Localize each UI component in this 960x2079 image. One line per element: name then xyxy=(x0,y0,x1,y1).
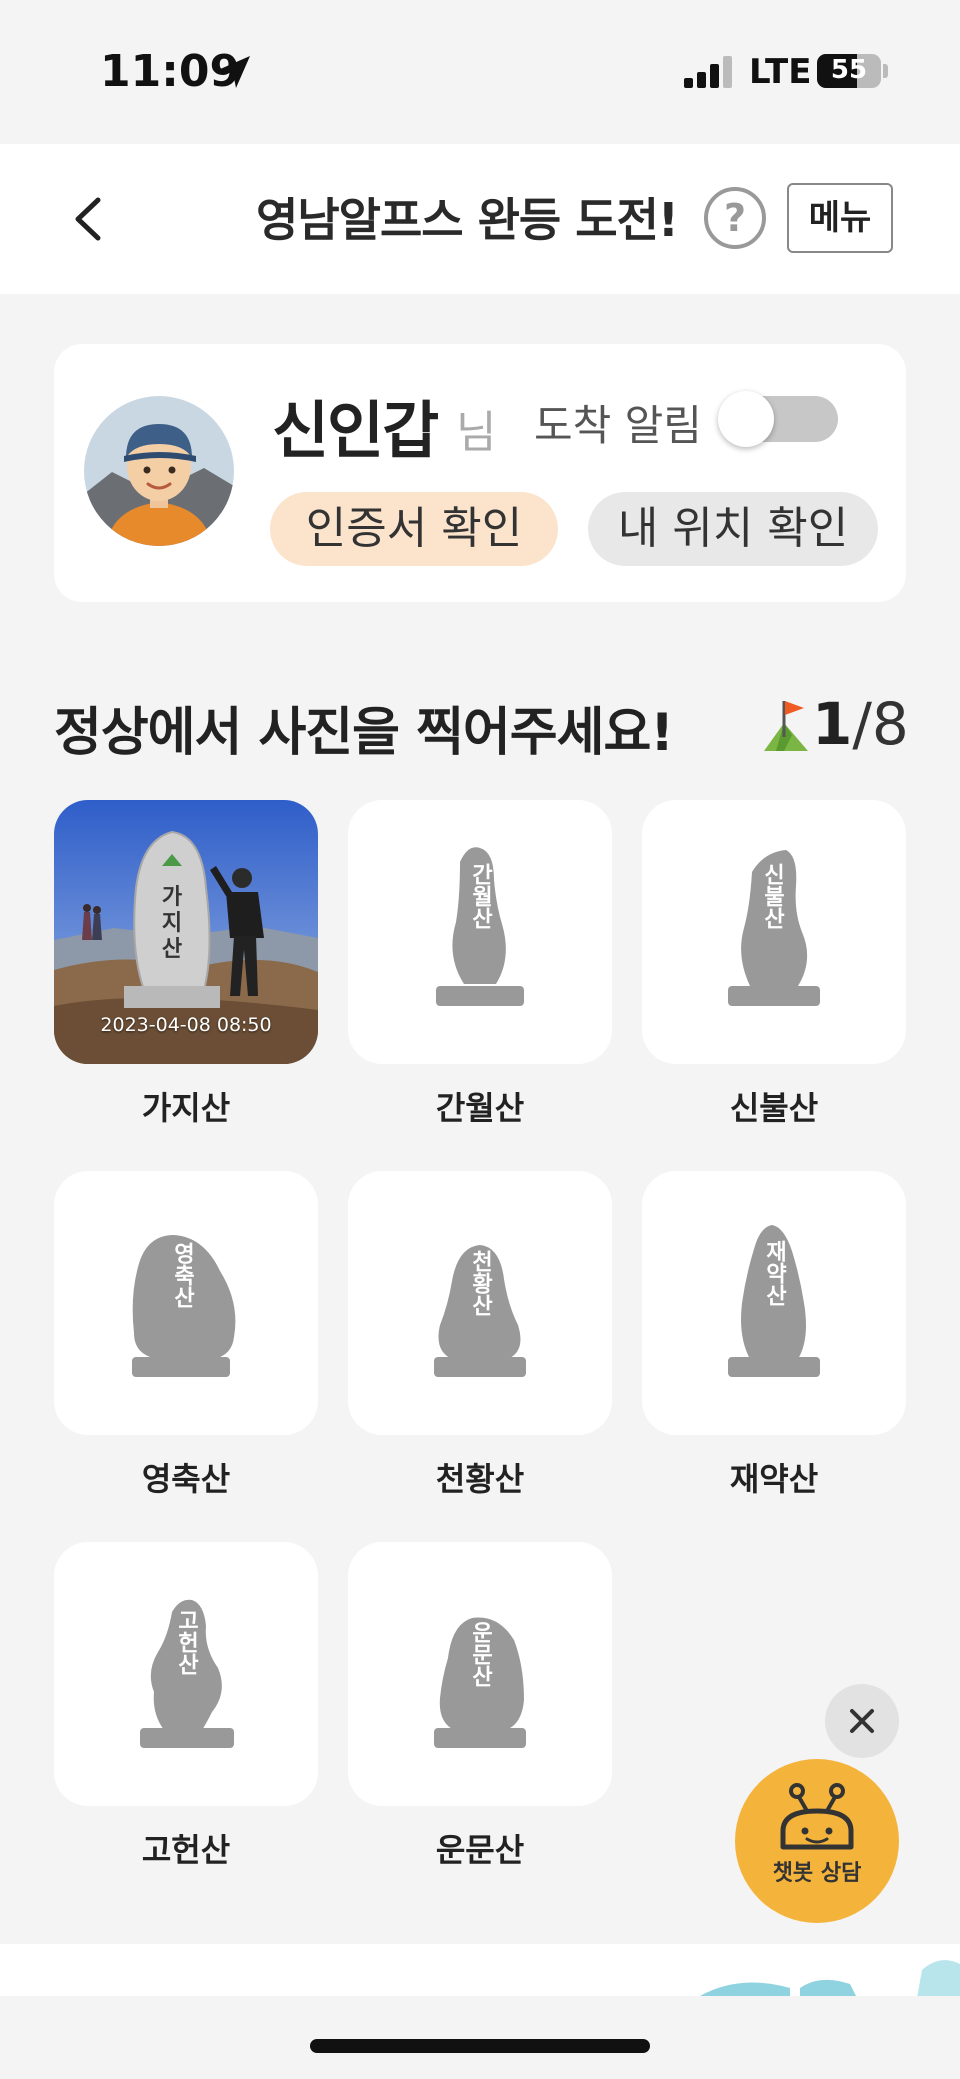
user-name-suffix: 님 xyxy=(456,407,497,458)
mountain-tile-goheonsan[interactable]: 고헌산 xyxy=(54,1542,318,1806)
mountain-tile-ganwolsan[interactable]: 간월산 xyxy=(348,800,612,1064)
stone-inscription: 영축산 xyxy=(170,1242,195,1308)
stone-inscription: 고헌산 xyxy=(174,1609,199,1675)
chatbot-button[interactable]: 챗봇 상담 xyxy=(735,1759,899,1923)
arrival-notification-label: 도착 알림 xyxy=(534,401,702,450)
home-bar-area xyxy=(0,1996,960,2079)
my-location-button[interactable]: 내 위치 확인 xyxy=(588,492,878,566)
mountain-name: 재약산 xyxy=(729,1460,819,1498)
chatbot-label: 챗봇 상담 xyxy=(772,1861,862,1886)
network-type: LTE xyxy=(749,52,812,92)
stone-inscription: 천황산 xyxy=(468,1250,493,1316)
summit-flag-icon xyxy=(764,701,808,751)
help-button[interactable]: ? xyxy=(704,187,766,249)
completed-count: 1 xyxy=(812,690,853,758)
menu-button[interactable]: 메뉴 xyxy=(787,183,893,253)
mountain-tile-yeongchuksan[interactable]: 영축산 xyxy=(54,1171,318,1435)
location-arrow-icon xyxy=(218,56,250,88)
stone-inscription: 운문산 xyxy=(468,1621,493,1687)
close-chatbot-button[interactable] xyxy=(825,1684,899,1758)
stone-inscription: 재약산 xyxy=(762,1240,787,1306)
stone-inscription: 신불산 xyxy=(760,863,785,929)
page-title: 영남알프스 완등 도전! xyxy=(256,193,679,247)
mountain-tile-cheonhwangsan[interactable]: 천황산 xyxy=(348,1171,612,1435)
mountain-name: 운문산 xyxy=(435,1831,525,1869)
mountain-name: 가지산 xyxy=(141,1089,231,1127)
summit-stone-icon: 운문산 xyxy=(434,1617,526,1748)
close-icon xyxy=(850,1709,874,1733)
mountain-name: 신불산 xyxy=(729,1089,819,1127)
total-count: /8 xyxy=(852,690,909,758)
header: 영남알프스 완등 도전! ? 메뉴 xyxy=(0,144,960,294)
banner-graphic xyxy=(700,1960,960,2004)
svg-text:지: 지 xyxy=(162,911,182,936)
completion-progress: 1/8 xyxy=(812,690,909,758)
battery-tip xyxy=(883,64,888,78)
summit-stone-icon: 간월산 xyxy=(436,847,524,1006)
home-indicator[interactable] xyxy=(310,2039,650,2053)
section-title: 정상에서 사진을 찍어주세요! xyxy=(54,703,674,763)
summit-stone-icon: 영축산 xyxy=(132,1235,236,1377)
mountain-tile-gajisan[interactable]: 가 지 산 2023-04-08 08:50 xyxy=(54,800,318,1064)
chatbot-icon xyxy=(780,1783,854,1850)
arrival-notification-toggle[interactable] xyxy=(718,391,838,447)
signal-icon xyxy=(684,54,732,88)
certificate-button[interactable]: 인증서 확인 xyxy=(270,492,558,566)
summit-stone-icon: 고헌산 xyxy=(140,1599,234,1748)
mountain-name: 천황산 xyxy=(435,1460,525,1498)
avatar xyxy=(84,396,234,546)
mountain-tile-sinbulsan[interactable]: 신불산 xyxy=(642,800,906,1064)
user-name: 신인갑 xyxy=(272,394,439,467)
back-icon[interactable] xyxy=(62,190,116,248)
battery-level: 55 xyxy=(830,55,868,85)
toggle-knob xyxy=(718,391,774,447)
summit-stone-icon: 신불산 xyxy=(728,850,820,1006)
mountain-name: 간월산 xyxy=(435,1089,525,1127)
summit-stone-icon: 천황산 xyxy=(434,1245,526,1377)
profile-card: 신인갑 님 도착 알림 인증서 확인 내 위치 확인 xyxy=(54,344,906,602)
svg-text:산: 산 xyxy=(162,937,182,962)
mountain-name: 고헌산 xyxy=(141,1831,231,1869)
battery-icon: 55 xyxy=(817,54,881,88)
photo-timestamp: 2023-04-08 08:50 xyxy=(100,1014,272,1036)
mountain-name: 영축산 xyxy=(141,1460,231,1498)
stone-inscription: 간월산 xyxy=(468,863,493,929)
mountain-tile-unmunsan[interactable]: 운문산 xyxy=(348,1542,612,1806)
summit-stone-icon: 재약산 xyxy=(728,1225,820,1377)
svg-text:가: 가 xyxy=(162,885,182,910)
status-bar: 11:09 LTE 55 xyxy=(0,0,960,144)
mountain-tile-jaeyaksan[interactable]: 재약산 xyxy=(642,1171,906,1435)
